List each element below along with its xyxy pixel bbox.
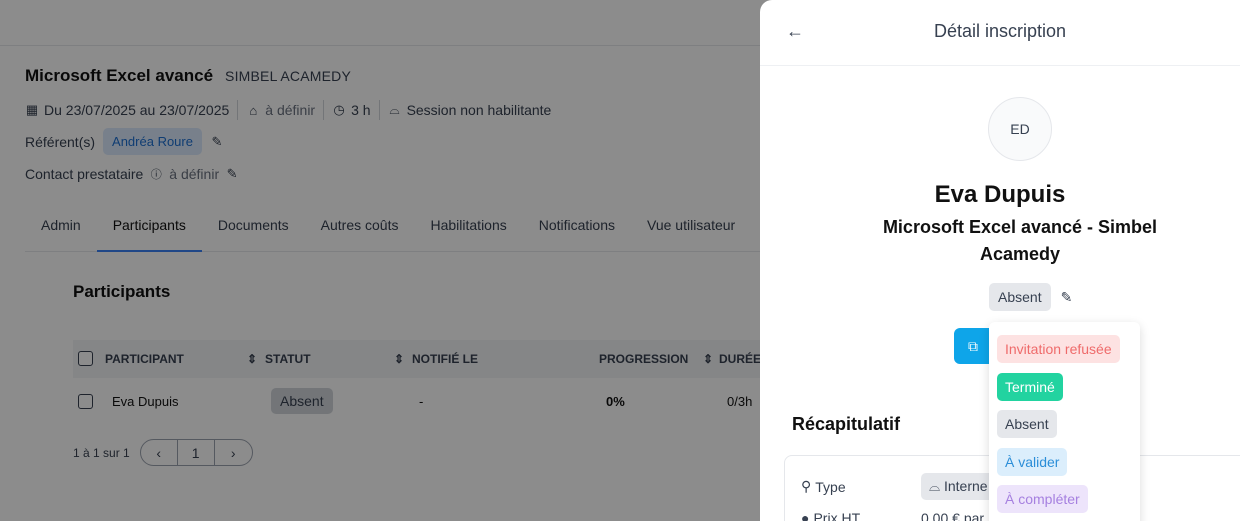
recap-type-label: Type (815, 478, 846, 495)
money-bag-icon: ● (801, 510, 810, 521)
recap-price-label: Prix HT (813, 510, 861, 521)
graduation-cap-icon: ⌓ (929, 478, 941, 494)
status-option-termine[interactable]: Terminé (997, 373, 1063, 401)
drawer-header: ← Détail inscription (760, 0, 1240, 66)
status-option-a-completer[interactable]: À compléter (997, 485, 1088, 513)
recap-price-value: 0,00 € par (921, 510, 985, 521)
recap-price-row: ● Prix HT 0,00 € par (801, 510, 984, 521)
paperclip-icon: ⚲ (801, 478, 812, 494)
status-option-invitation-refusee[interactable]: Invitation refusée (997, 335, 1120, 363)
recap-type-row: ⚲ Type ⌓ Interne (801, 473, 996, 500)
drawer-title: Détail inscription (933, 21, 1067, 41)
status-dropdown: Invitation refusée Terminé Absent À vali… (989, 322, 1140, 521)
course-name: Microsoft Excel avancé - Simbel Acamedy (882, 217, 1158, 264)
avatar: ED (988, 97, 1052, 161)
status-option-absent[interactable]: Absent (997, 410, 1057, 438)
person-name: Eva Dupuis (934, 181, 1066, 208)
status-selector: Absent ✎ (989, 283, 1072, 311)
external-link-icon: ⧉ (968, 337, 978, 354)
recap-type-value: ⌓ Interne (921, 473, 996, 500)
edit-pencil-icon[interactable]: ✎ (1061, 289, 1073, 306)
recap-title: Récapitulatif (792, 414, 901, 434)
current-status-badge[interactable]: Absent (989, 283, 1051, 311)
inscription-detail-drawer: ← Détail inscription ED Eva Dupuis Micro… (760, 0, 1240, 521)
status-option-a-valider[interactable]: À valider (997, 448, 1068, 476)
